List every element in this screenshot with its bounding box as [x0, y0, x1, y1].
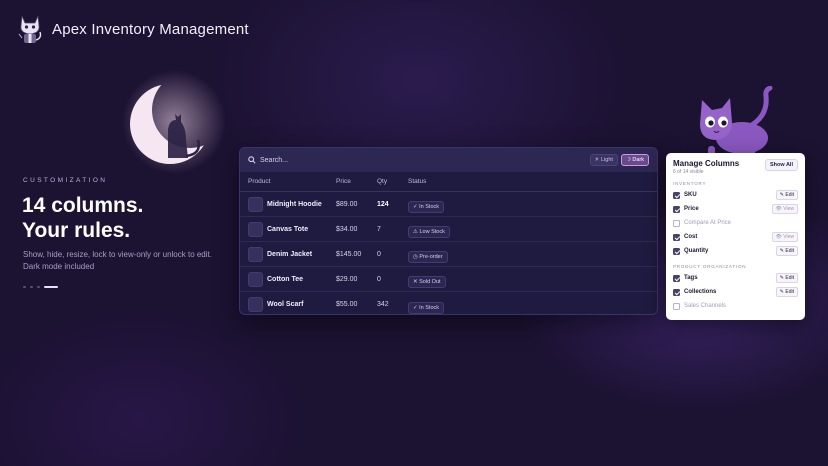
product-price: $29.00	[336, 275, 358, 283]
peeking-cat-illustration	[700, 86, 773, 156]
carousel-dot[interactable]	[37, 286, 40, 288]
checkbox-unchecked[interactable]	[673, 219, 680, 227]
app-title: Apex Inventory Management	[52, 20, 249, 38]
product-name: Canvas Tote	[267, 225, 309, 233]
status-badge: ⚠ Low Stock	[408, 226, 450, 238]
visible-count: 6 of 14 visible	[673, 169, 704, 175]
column-header-qty[interactable]: Qty	[369, 178, 400, 185]
product-thumbnail	[248, 297, 263, 312]
product-thumbnail	[248, 221, 263, 237]
column-option-label: SKU	[684, 192, 697, 198]
column-option-sku[interactable]: SKU ✎ Edit	[673, 188, 798, 202]
column-option-collections[interactable]: Collections ✎ Edit	[673, 285, 798, 299]
column-option-label: Collections	[684, 289, 717, 295]
table-row[interactable]: Denim Jacket $145.00 0 ◷ Pre-order	[240, 242, 657, 267]
moon-cat-illustration	[122, 70, 226, 174]
headline-line-2: Your rules.	[22, 219, 131, 242]
view-mode-toggle[interactable]: 👁 View	[771, 232, 798, 242]
column-option-tags[interactable]: Tags ✎ Edit	[673, 271, 798, 285]
dark-mode-button[interactable]: ☽ Dark	[620, 154, 649, 166]
inventory-table-panel: Search... ☀ Light ☽ Dark Product Price Q…	[239, 147, 658, 315]
carousel-dots	[23, 286, 58, 288]
table-toolbar: Search... ☀ Light ☽ Dark	[240, 148, 657, 172]
carousel-dot[interactable]	[30, 286, 33, 288]
section-label-inventory: INVENTORY	[673, 181, 707, 186]
checkbox-checked[interactable]	[673, 274, 680, 282]
edit-mode-toggle[interactable]: ✎ Edit	[775, 190, 798, 200]
column-header-status[interactable]: Status	[400, 178, 520, 185]
view-mode-toggle[interactable]: 👁 View	[771, 204, 798, 214]
edit-mode-toggle[interactable]: ✎ Edit	[775, 287, 798, 297]
column-header-product[interactable]: Product	[240, 178, 328, 185]
section-label-product-organization: PRODUCT ORGANIZATION	[673, 264, 747, 269]
product-name: Wool Scarf	[267, 301, 304, 308]
status-badge: ✓ In Stock	[408, 201, 445, 213]
subtext-line-1: Show, hide, resize, lock to view-only or…	[23, 250, 212, 259]
product-name: Denim Jacket	[267, 250, 313, 258]
product-qty: 124	[377, 200, 389, 208]
search-icon	[248, 156, 256, 164]
checkbox-checked[interactable]	[673, 191, 680, 199]
product-qty: 342	[377, 301, 389, 308]
manage-columns-panel: Manage Columns 6 of 14 visible Show All …	[666, 153, 805, 320]
search-placeholder: Search...	[260, 156, 289, 164]
status-badge: ◷ Pre-order	[408, 251, 448, 263]
column-option-label: Cost	[684, 234, 698, 240]
manage-columns-header: Manage Columns 6 of 14 visible Show All	[673, 159, 798, 175]
product-price: $34.00	[336, 225, 358, 233]
product-price: $145.00	[336, 250, 362, 258]
product-name: Midnight Hoodie	[267, 200, 322, 208]
headline-line-1: 14 columns.	[22, 194, 144, 217]
section-eyebrow: CUSTOMIZATION	[23, 177, 108, 184]
search-field[interactable]: Search...	[248, 156, 288, 164]
manage-columns-title: Manage Columns	[673, 159, 740, 168]
product-thumbnail	[248, 271, 263, 287]
checkbox-checked[interactable]	[673, 247, 680, 255]
hero-headline: 14 columns. Your rules.	[22, 193, 143, 243]
edit-mode-toggle[interactable]: ✎ Edit	[775, 273, 798, 283]
column-option-label: Tags	[684, 275, 698, 281]
product-qty: 0	[377, 275, 381, 283]
column-option-label: Compare At Price	[684, 220, 732, 226]
product-price: $89.00	[336, 200, 358, 208]
column-option-compare-at-price[interactable]: Compare At Price	[673, 216, 798, 230]
edit-mode-toggle[interactable]: ✎ Edit	[775, 246, 798, 256]
column-option-price[interactable]: Price 👁 View	[673, 202, 798, 216]
table-row[interactable]: Midnight Hoodie $89.00 124 ✓ In Stock	[240, 192, 657, 217]
show-all-button[interactable]: Show All	[764, 159, 798, 171]
checkbox-unchecked[interactable]	[673, 302, 680, 310]
checkbox-checked[interactable]	[673, 288, 680, 296]
hero-subtext: Show, hide, resize, lock to view-only or…	[23, 249, 223, 272]
checkbox-checked[interactable]	[673, 233, 680, 241]
status-badge: ✕ Sold Out	[408, 276, 446, 288]
light-mode-button[interactable]: ☀ Light	[589, 154, 618, 166]
table-row[interactable]: Canvas Tote $34.00 7 ⚠ Low Stock	[240, 217, 657, 242]
status-badge: ✓ In Stock	[408, 301, 445, 314]
column-option-label: Quantity	[684, 248, 709, 254]
product-thumbnail	[248, 196, 263, 212]
column-header-price[interactable]: Price	[328, 178, 369, 185]
table-row[interactable]: Cotton Tee $29.00 0 ✕ Sold Out	[240, 267, 657, 292]
column-option-label: Sales Channels	[684, 303, 727, 309]
theme-toggle: ☀ Light ☽ Dark	[589, 154, 649, 166]
product-name: Cotton Tee	[267, 275, 304, 283]
column-option-cost[interactable]: Cost 👁 View	[673, 230, 798, 244]
product-qty: 7	[377, 225, 381, 233]
column-option-quantity[interactable]: Quantity ✎ Edit	[673, 244, 798, 258]
product-thumbnail	[248, 246, 263, 262]
table-row[interactable]: Wool Scarf $55.00 342 ✓ In Stock	[240, 292, 657, 314]
cat-mascot-icon	[18, 15, 42, 43]
product-qty: 0	[377, 250, 381, 258]
brand: Apex Inventory Management	[16, 12, 249, 46]
table-header: Product Price Qty Status	[240, 172, 657, 192]
carousel-dot-active[interactable]	[44, 286, 58, 288]
column-option-sales-channels[interactable]: Sales Channels	[673, 299, 798, 313]
product-price: $55.00	[336, 301, 358, 308]
checkbox-checked[interactable]	[673, 205, 680, 213]
subtext-line-2: Dark mode included	[23, 261, 95, 271]
carousel-dot[interactable]	[23, 286, 26, 288]
column-option-label: Price	[684, 206, 699, 212]
